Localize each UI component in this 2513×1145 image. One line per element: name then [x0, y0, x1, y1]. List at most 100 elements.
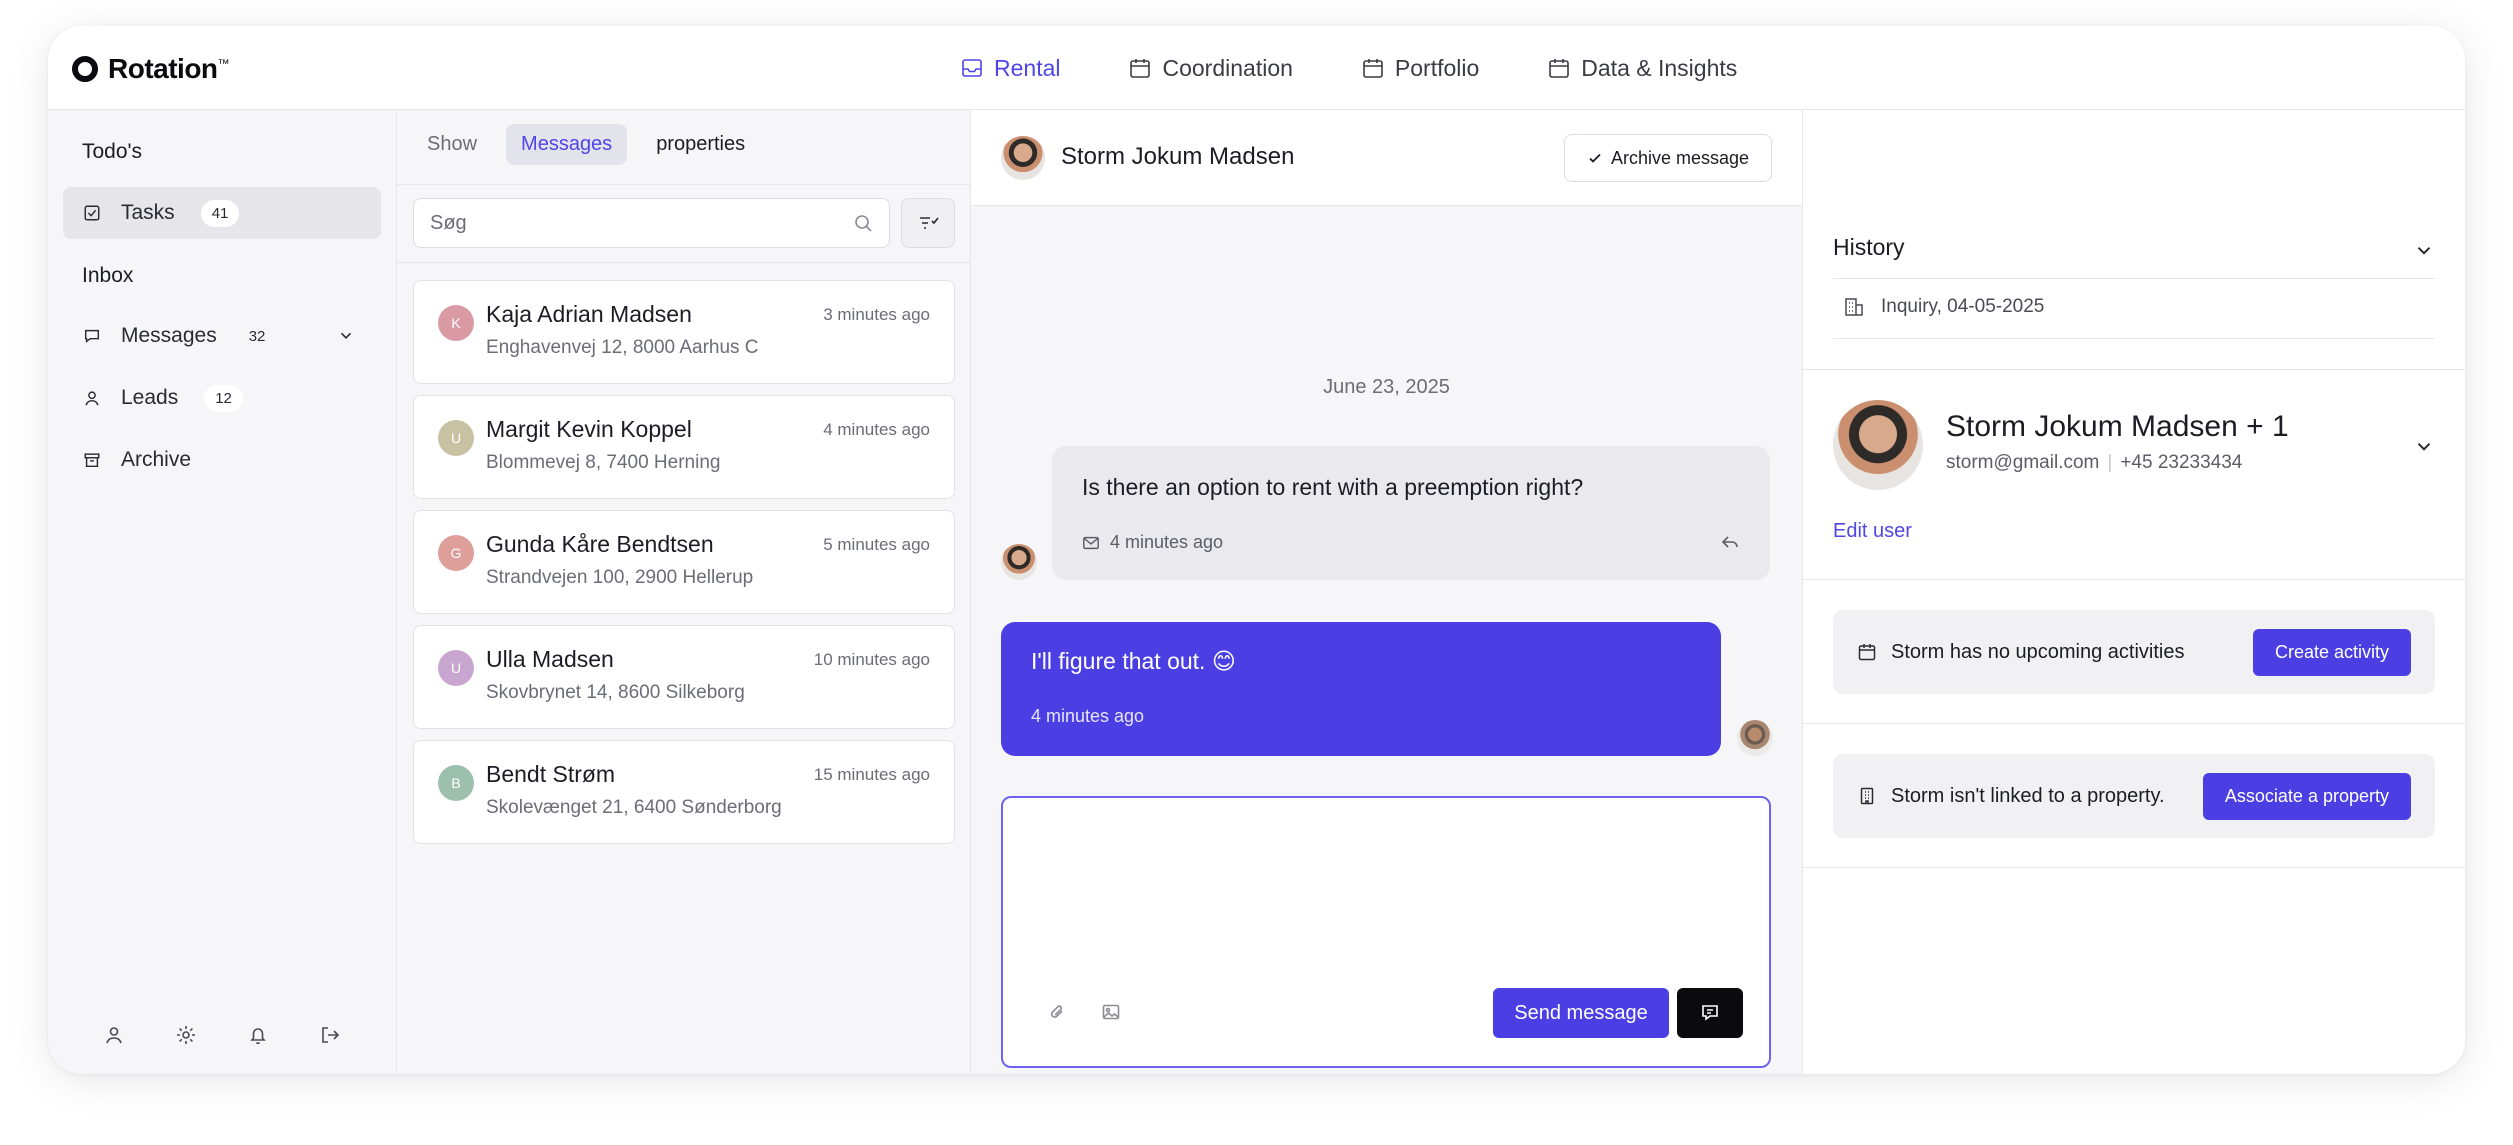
- associate-property-button[interactable]: Associate a property: [2202, 772, 2411, 820]
- sidebar-item-tasks[interactable]: Tasks 41: [63, 187, 381, 239]
- count-badge: 12: [204, 384, 243, 412]
- message-text: I'll figure that out. 😊: [1031, 648, 1236, 674]
- archive-box-icon: [84, 453, 100, 468]
- avatar: [1001, 544, 1037, 580]
- profile-icon[interactable]: [103, 1024, 125, 1046]
- sidebar: Todo's Tasks 41 Inbox Messages 32 Leads …: [48, 110, 397, 1074]
- contact-name: Bendt Strøm: [486, 761, 616, 787]
- top-bar: Rotation™ Rental Coordination Portfolio …: [48, 26, 2465, 110]
- nav-item-coordination[interactable]: Coordination: [1128, 52, 1293, 84]
- chevron-down-icon[interactable]: [337, 327, 355, 345]
- sidebar-footer: [48, 1024, 396, 1046]
- history-entry-label: Inquiry, 04-05-2025: [1881, 296, 2045, 317]
- sidebar-item-messages[interactable]: Messages 32: [63, 310, 381, 362]
- filter-button[interactable]: [901, 198, 955, 248]
- tab-properties[interactable]: properties: [641, 124, 760, 165]
- message-text: Is there an option to rent with a preemp…: [1082, 474, 1584, 500]
- brand-name: Rotation: [108, 53, 218, 84]
- conversation-panel: Storm Jokum Madsen June 23, 2025 Is ther…: [971, 110, 1803, 1074]
- profile-name: Storm Jokum Madsen + 1: [1946, 410, 2289, 443]
- create-activity-button[interactable]: Create activity: [2252, 628, 2411, 676]
- message-time: 3 minutes ago: [823, 305, 930, 324]
- logout-icon[interactable]: [319, 1024, 341, 1046]
- search-box: [413, 198, 890, 248]
- message-list-panel: Show Messages properties K Kaja Adrian M…: [397, 110, 971, 1074]
- checkbox-icon: [84, 205, 100, 221]
- sidebar-item-leads[interactable]: Leads 12: [63, 372, 381, 424]
- outgoing-message: I'll figure that out. 😊 4 minutes ago: [1001, 622, 1721, 756]
- message-meta: 4 minutes ago: [1082, 532, 1223, 553]
- nav-label: Data & Insights: [1581, 54, 1738, 81]
- contact-address: Enghavenvej 12, 8000 Aarhus C: [486, 337, 759, 358]
- archive-message-button[interactable]: Archive message: [1563, 134, 1772, 182]
- nav-label: Coordination: [1162, 54, 1293, 81]
- property-text: Storm isn't linked to a property.: [1891, 784, 2165, 807]
- message-composer: Send message: [1001, 796, 1771, 1068]
- avatar: G: [438, 535, 474, 571]
- chevron-down-icon[interactable]: [2413, 436, 2435, 458]
- reply-icon[interactable]: [1720, 532, 1740, 552]
- contact-name: Gunda Kåre Bendtsen: [486, 531, 714, 557]
- divider: [1833, 338, 2435, 339]
- date-separator: June 23, 2025: [1323, 376, 1450, 398]
- history-heading: History: [1833, 234, 1905, 260]
- nav-item-data-insights[interactable]: Data & Insights: [1547, 52, 1737, 84]
- message-time: 4 minutes ago: [1031, 706, 1145, 726]
- image-icon[interactable]: [1101, 1002, 1121, 1022]
- message-time: 15 minutes ago: [813, 765, 930, 784]
- building-icon: [1845, 298, 1863, 316]
- message-input[interactable]: [1031, 822, 1741, 962]
- list-item[interactable]: G Gunda Kåre Bendtsen Strandvejen 100, 2…: [413, 510, 955, 614]
- inbox-heading: Inbox: [82, 264, 134, 287]
- user-icon: [85, 391, 99, 406]
- count-badge: 32: [248, 327, 266, 345]
- nav-item-portfolio[interactable]: Portfolio: [1361, 52, 1479, 84]
- chat-icon: [84, 329, 100, 343]
- nav-item-rental[interactable]: Rental: [960, 52, 1060, 84]
- list-item[interactable]: B Bendt Strøm Skolevænget 21, 6400 Sønde…: [413, 740, 955, 844]
- separator: |: [2107, 452, 2113, 473]
- contact-name: Margit Kevin Koppel: [486, 416, 692, 442]
- inbox-icon: [962, 59, 982, 77]
- tab-messages[interactable]: Messages: [506, 124, 628, 165]
- chat-bubble-icon: [1702, 1005, 1718, 1021]
- avatar: K: [438, 305, 474, 341]
- edit-user-link[interactable]: Edit user: [1833, 520, 1912, 543]
- check-icon: [1589, 153, 1601, 163]
- chevron-down-icon[interactable]: [2413, 240, 2435, 262]
- logo[interactable]: Rotation™: [72, 53, 230, 85]
- property-section: Storm isn't linked to a property. Associ…: [1803, 724, 2465, 868]
- bell-icon[interactable]: [247, 1024, 269, 1046]
- main-nav: Rental Coordination Portfolio Data & Ins…: [960, 52, 1805, 84]
- sidebar-item-label: Archive: [121, 448, 192, 471]
- activities-text: Storm has no upcoming activities: [1891, 640, 2185, 663]
- list-item[interactable]: U Ulla Madsen Skovbrynet 14, 8600 Silkeb…: [413, 625, 955, 729]
- conversation-title: Storm Jokum Madsen: [1061, 143, 1295, 170]
- sidebar-item-label: Messages: [121, 324, 217, 347]
- paperclip-icon[interactable]: [1047, 1002, 1067, 1022]
- contact-address: Blommevej 8, 7400 Herning: [486, 452, 721, 473]
- send-message-button[interactable]: Send message: [1493, 988, 1669, 1038]
- calendar-icon: [1130, 59, 1151, 78]
- message-time: 10 minutes ago: [813, 650, 930, 669]
- brand-trademark: ™: [217, 56, 230, 71]
- contact-name: Ulla Madsen: [486, 646, 614, 672]
- todos-heading: Todo's: [82, 140, 143, 163]
- tab-show[interactable]: Show: [412, 124, 492, 165]
- sidebar-item-label: Tasks: [121, 201, 175, 224]
- history-entry[interactable]: Inquiry, 04-05-2025: [1843, 296, 2044, 318]
- list-item[interactable]: U Margit Kevin Koppel Blommevej 8, 7400 …: [413, 395, 955, 499]
- gear-icon[interactable]: [175, 1024, 197, 1046]
- search-input[interactable]: [430, 211, 853, 235]
- sidebar-item-archive[interactable]: Archive: [63, 434, 381, 486]
- search-icon: [855, 215, 872, 232]
- property-card: Storm isn't linked to a property. Associ…: [1833, 754, 2435, 838]
- history-section: History Inquiry, 04-05-2025: [1803, 206, 2465, 370]
- filter-icon: [920, 217, 939, 229]
- contact-phone: +45 23233434: [2120, 452, 2243, 473]
- logo-mark-icon: [72, 56, 98, 82]
- chat-assist-button[interactable]: [1677, 988, 1743, 1038]
- divider: [1833, 278, 2435, 279]
- composer-tools: [1047, 1002, 1121, 1022]
- list-item[interactable]: K Kaja Adrian Madsen Enghavenvej 12, 800…: [413, 280, 955, 384]
